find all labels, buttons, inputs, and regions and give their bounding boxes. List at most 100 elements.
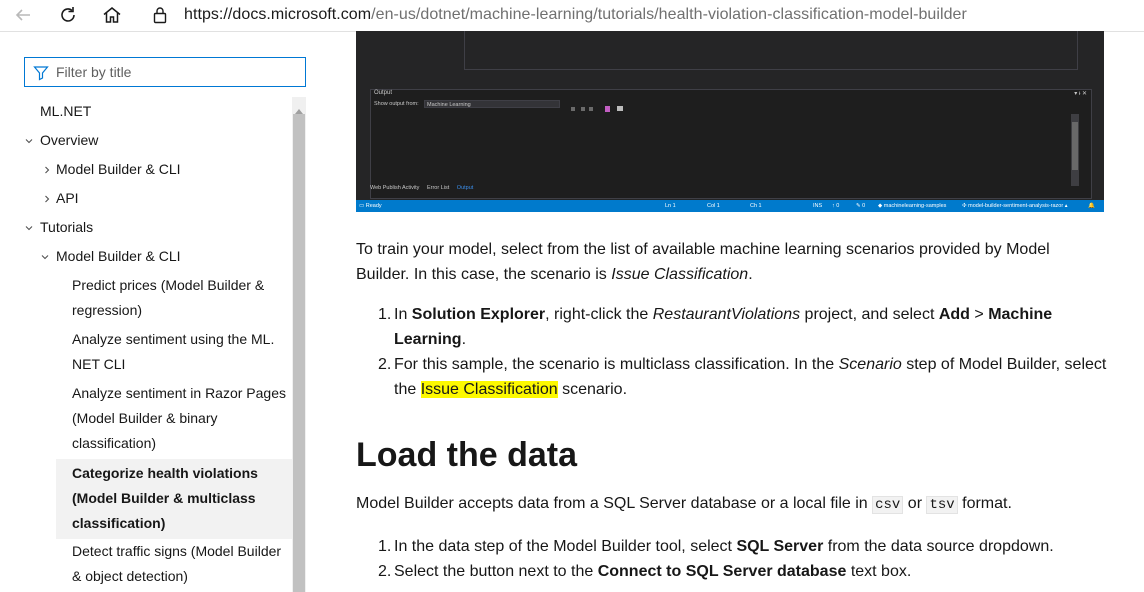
url-host: https://docs.microsoft.com — [184, 6, 372, 23]
list-number: 2. — [378, 563, 392, 580]
emphasis: Issue Classification — [611, 266, 749, 283]
toc-scrollbar[interactable] — [292, 97, 306, 592]
list-number: 1. — [378, 538, 392, 555]
chevron-right-icon — [42, 157, 54, 182]
output-tabs: Web Publish Activity Error List Output — [370, 185, 479, 195]
status-branch: ✣ model-builder-sentiment-analysis-razor… — [962, 203, 1068, 209]
toc-label: Analyze sentiment in Razor Pages — [72, 385, 286, 401]
status-ready-label: Ready — [365, 203, 382, 209]
toc-label: Tutorials — [40, 219, 94, 235]
text: project, and select — [800, 306, 939, 323]
chevron-right-icon — [42, 186, 54, 211]
toc-label: Analyze sentiment using the ML. — [72, 331, 275, 347]
list-text: For this sample, the scenario is multicl… — [394, 352, 1109, 402]
toc-label: NET CLI — [72, 356, 126, 372]
output-scrollbar-thumb — [1072, 122, 1078, 170]
toc-label: Model Builder & CLI — [56, 248, 181, 264]
toc-label: classification) — [72, 435, 157, 451]
lock-icon[interactable] — [151, 5, 169, 25]
status-up: ↑ 0 — [832, 203, 840, 209]
toc-label: Overview — [40, 132, 99, 148]
status-pen: ✎ 0 — [856, 203, 866, 209]
browser-toolbar: https://docs.microsoft.com/en-us/dotnet/… — [0, 0, 1144, 32]
tab-error-list: Error List — [426, 185, 450, 191]
text: scenario. — [557, 381, 628, 398]
toc-label: Detect traffic signs (Model Builder — [72, 543, 282, 559]
output-panel: Output ▾ ᵻ ✕ Show output from: Machine L… — [370, 89, 1092, 199]
strong: Learning — [394, 331, 462, 348]
toc-item-overview[interactable]: Overview — [24, 128, 98, 153]
intro-line-2: Builder. In this case, the scenario is I… — [356, 262, 1050, 287]
inline-code-csv: csv — [872, 496, 904, 514]
output-toolbar-icons — [569, 100, 629, 112]
filter-input[interactable] — [56, 62, 296, 82]
text: For this sample, the scenario is multicl… — [394, 356, 839, 373]
toc-item-mlnet[interactable]: ML.NET — [40, 99, 91, 124]
text: In the data step of the Model Builder to… — [394, 538, 737, 555]
show-output-from-label: Show output from: — [374, 101, 419, 107]
text: from the data source dropdown. — [823, 538, 1054, 555]
text: text box. — [846, 563, 912, 580]
filter-box — [24, 57, 306, 87]
list-text: In the data step of the Model Builder to… — [394, 534, 1109, 559]
text: , right-click the — [545, 306, 653, 323]
toc-label: (Model Builder & binary — [72, 410, 218, 426]
toc-item-model-builder-cli[interactable]: Model Builder & CLI — [40, 157, 181, 182]
load-paragraph: Model Builder accepts data from a SQL Se… — [356, 491, 1012, 518]
strong: Connect to SQL Server database — [597, 563, 847, 580]
visual-studio-screenshot: Output ▾ ᵻ ✕ Show output from: Machine L… — [356, 31, 1104, 212]
status-col: Col 1 — [707, 203, 720, 209]
text: > — [969, 306, 989, 323]
status-ch: Ch 1 — [750, 203, 762, 209]
toc-item-api[interactable]: API — [40, 186, 79, 211]
chevron-down-icon — [40, 244, 52, 269]
toc-item-tutorials-model-builder-cli[interactable]: Model Builder & CLI — [40, 244, 181, 269]
text: Model Builder accepts data from a SQL Se… — [356, 495, 873, 512]
toc-scrollbar-thumb[interactable] — [293, 114, 305, 592]
list-text: Select the button next to the Connect to… — [394, 559, 1109, 584]
scroll-up-icon[interactable] — [295, 101, 303, 114]
toc-label: & object detection) — [72, 568, 188, 584]
strong: SQL Server — [736, 538, 824, 555]
back-arrow-icon[interactable] — [12, 4, 34, 26]
editor-area — [464, 31, 1078, 70]
toc-item-detect-traffic-signs[interactable]: Detect traffic signs (Model Builder & ob… — [72, 539, 292, 589]
toc-label: API — [56, 190, 79, 206]
output-panel-tools: ▾ ᵻ ✕ — [1074, 91, 1087, 97]
bell-icon: 🔔 — [1088, 203, 1095, 209]
text: Builder. In this case, the scenario is — [356, 266, 612, 283]
toc-label: classification) — [72, 515, 166, 531]
toc-item-analyze-sentiment-cli[interactable]: Analyze sentiment using the ML. NET CLI — [72, 327, 292, 377]
toc-item-categorize-health-violations[interactable]: Categorize health violations (Model Buil… — [56, 459, 292, 539]
emphasis: Scenario — [838, 356, 902, 373]
filter-icon — [33, 65, 49, 81]
output-panel-title: Output — [374, 90, 393, 96]
toc-item-tutorials[interactable]: Tutorials — [24, 215, 93, 240]
text: . — [748, 266, 753, 283]
emphasis: RestaurantViolations — [652, 306, 801, 323]
toc-label: ML.NET — [40, 103, 92, 119]
output-source-select: Machine Learning — [424, 100, 560, 108]
text: step of Model Builder, select — [901, 356, 1107, 373]
chevron-down-icon — [24, 215, 36, 240]
list-text: In Solution Explorer, right-click the Re… — [394, 302, 1109, 352]
text: the — [394, 381, 421, 398]
home-icon[interactable] — [101, 4, 123, 26]
refresh-icon[interactable] — [57, 4, 79, 26]
status-repo: ◆ machinelearning-samples — [878, 203, 947, 209]
vs-status-bar: ▭ Ready Ln 1 Col 1 Ch 1 INS ↑ 0 ✎ 0 ◆ ma… — [356, 200, 1104, 212]
highlighted-text: Issue Classification — [420, 381, 558, 398]
table-of-contents: ML.NET Overview Model Builder & CLI API … — [24, 97, 292, 592]
text: . — [461, 331, 467, 348]
toc-label: (Model Builder & multiclass — [72, 490, 256, 506]
intro-line-1: To train your model, select from the lis… — [356, 241, 1050, 258]
toc-label: Model Builder & CLI — [56, 161, 181, 177]
address-bar[interactable]: https://docs.microsoft.com/en-us/dotnet/… — [184, 5, 967, 25]
text: Select the button next to the — [394, 563, 598, 580]
toc-item-analyze-sentiment-razor[interactable]: Analyze sentiment in Razor Pages (Model … — [72, 381, 292, 456]
strong: Add — [938, 306, 970, 323]
status-ins: INS — [813, 203, 823, 209]
url-path: /en-us/dotnet/machine-learning/tutorials… — [371, 6, 967, 23]
toc-item-predict-prices[interactable]: Predict prices (Model Builder & regressi… — [72, 273, 292, 323]
toc-label: Categorize health violations — [72, 465, 258, 481]
